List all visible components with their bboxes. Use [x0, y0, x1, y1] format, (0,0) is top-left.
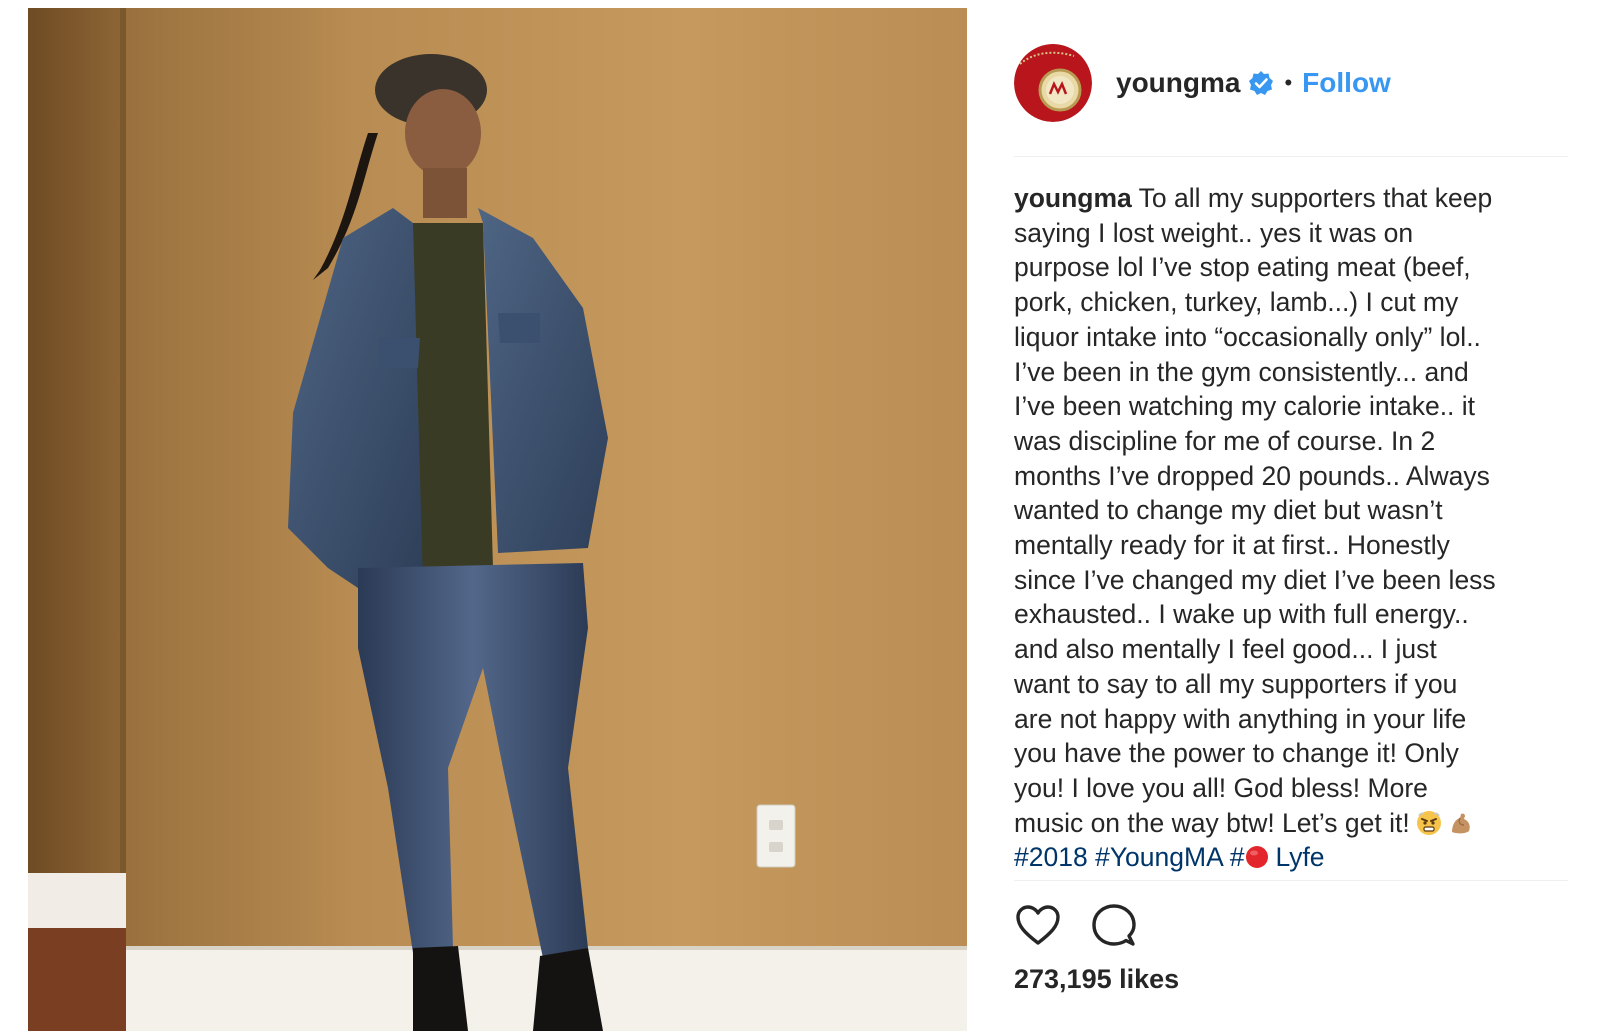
comment-button[interactable] — [1090, 901, 1138, 949]
instagram-post: youngma • Follow youngma To all my suppo… — [0, 0, 1600, 1031]
like-button[interactable] — [1014, 901, 1062, 949]
comment-icon — [1092, 904, 1136, 946]
caption-hashtags: #2018 #YoungMA # Lyfe — [1014, 840, 1574, 875]
caption-line: mentally ready for it at first.. Honestl… — [1014, 530, 1450, 561]
hashtag-suffix: Lyfe — [1275, 842, 1325, 873]
caption-line: you! I love you all! God bless! More — [1014, 772, 1428, 803]
caption-divider — [1014, 880, 1568, 881]
caption-text: To all my supporters that keep — [1131, 183, 1493, 213]
post-details: youngma • Follow youngma To all my suppo… — [967, 8, 1600, 1031]
caption-username[interactable]: youngma — [1014, 183, 1132, 213]
likes-count[interactable]: 273,195 likes — [1014, 964, 1179, 995]
post-photo[interactable] — [28, 8, 967, 1031]
post-caption: youngma To all my supporters that keep s… — [1014, 181, 1574, 875]
caption-line: youngma To all my supporters that keep — [1014, 181, 1574, 216]
angry-face-emoji-icon — [1416, 810, 1442, 836]
caption-line: are not happy with anything in your life — [1014, 703, 1467, 734]
flexed-biceps-emoji-icon — [1448, 810, 1474, 836]
caption-line: I’ve been in the gym consistently... and — [1014, 356, 1469, 387]
photo-image — [28, 8, 967, 1031]
caption-line: you have the power to change it! Only — [1014, 738, 1459, 769]
avatar-image — [1014, 44, 1092, 122]
header-divider — [1014, 156, 1568, 157]
hashtag-prefix: # — [1229, 842, 1245, 873]
caption-line: liquor intake into “occasionally only” l… — [1014, 321, 1481, 352]
caption-line: I’ve been watching my calorie intake.. i… — [1014, 391, 1476, 422]
post-header: youngma • Follow — [1014, 44, 1391, 122]
hashtag-youngma-link[interactable]: #YoungMA — [1095, 842, 1222, 872]
author-username[interactable]: youngma — [1116, 67, 1240, 99]
hashtag-red-circle-lyfe-link[interactable]: # Lyfe — [1230, 842, 1325, 872]
caption-line: pork, chicken, turkey, lamb...) I cut my — [1014, 287, 1459, 318]
caption-line: exhausted.. I wake up with full energy.. — [1014, 599, 1469, 630]
post-actions — [1014, 901, 1166, 949]
caption-line: months I’ve dropped 20 pounds.. Always — [1014, 460, 1490, 491]
caption-text: music on the way btw! Let’s get it! — [1014, 807, 1410, 838]
hashtag-2018-link[interactable]: #2018 — [1014, 842, 1088, 872]
caption-line: since I’ve changed my diet I’ve been les… — [1014, 564, 1496, 595]
caption-line: want to say to all my supporters if you — [1014, 668, 1458, 699]
verified-badge-icon — [1248, 70, 1274, 96]
header-separator: • — [1284, 70, 1293, 95]
heart-icon — [1016, 905, 1060, 945]
caption-line: purpose lol I’ve stop eating meat (beef, — [1014, 252, 1471, 283]
red-circle-emoji-icon — [1245, 845, 1269, 869]
avatar[interactable] — [1014, 44, 1092, 122]
caption-line: was discipline for me of course. In 2 — [1014, 425, 1436, 456]
follow-button[interactable]: Follow — [1302, 67, 1391, 99]
caption-line: saying I lost weight.. yes it was on — [1014, 217, 1414, 248]
caption-line: music on the way btw! Let’s get it! — [1014, 806, 1574, 841]
caption-line: and also mentally I feel good... I just — [1014, 634, 1437, 665]
caption-line: wanted to change my diet but wasn’t — [1014, 495, 1443, 526]
